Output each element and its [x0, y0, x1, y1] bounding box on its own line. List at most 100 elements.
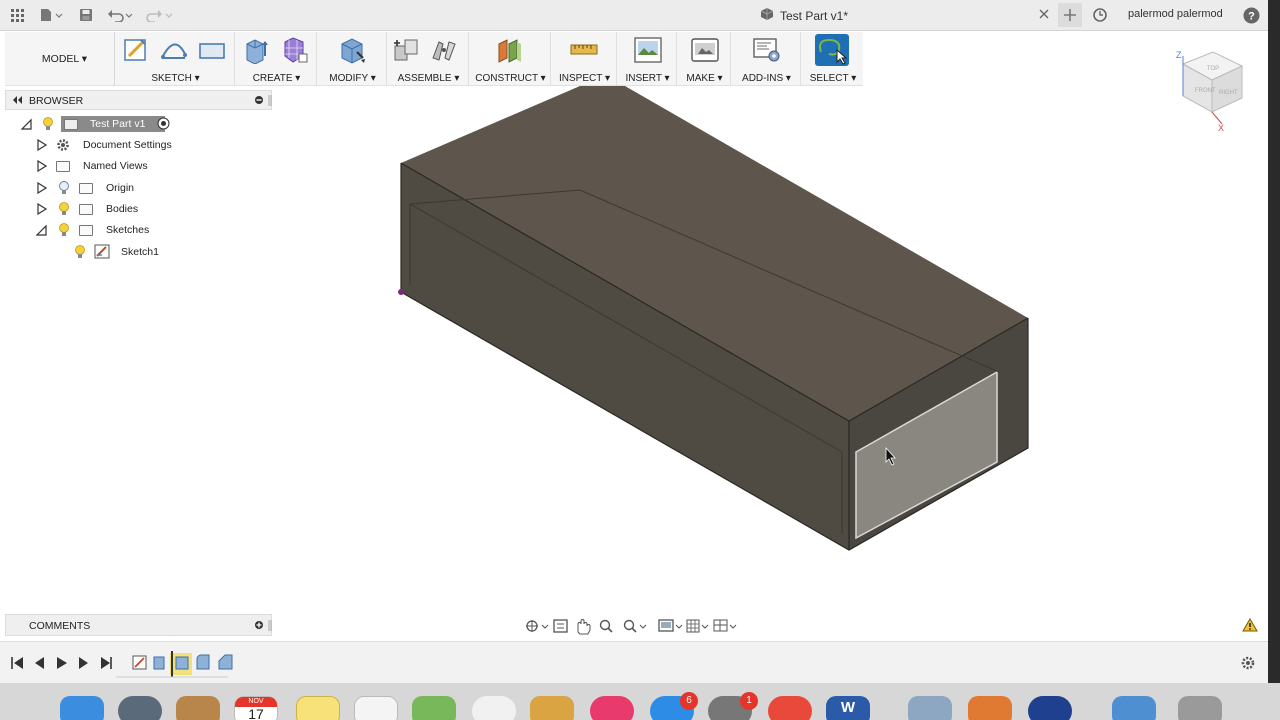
visibility-bulb-icon[interactable] [58, 202, 70, 216]
visibility-bulb-icon[interactable] [74, 245, 86, 259]
help-icon[interactable]: ? [1242, 6, 1260, 24]
timeline-extrude-feature-icon[interactable] [153, 656, 165, 670]
collapsed-triangle-icon[interactable] [36, 181, 48, 195]
timeline-chamfer-feature-icon[interactable] [218, 654, 233, 670]
extrude-icon[interactable] [241, 36, 271, 65]
expanded-triangle-icon[interactable] [35, 224, 48, 236]
construct-menu[interactable]: CONSTRUCT ▾ [471, 73, 550, 84]
calendar-app-icon[interactable]: NOV 17 [234, 696, 278, 720]
arc-line-icon[interactable] [159, 36, 189, 64]
go-to-start-icon[interactable] [11, 657, 23, 669]
viewports-icon[interactable] [713, 619, 737, 632]
tree-item-named-views[interactable]: Named Views [5, 156, 272, 176]
go-to-end-icon[interactable] [101, 657, 112, 669]
insert-canvas-icon[interactable] [633, 36, 663, 64]
make-menu[interactable]: MAKE ▾ [679, 73, 730, 84]
tree-item-sketch1[interactable]: Sketch1 [5, 242, 272, 262]
tree-item-sketches[interactable]: Sketches [5, 220, 272, 240]
select-menu[interactable]: SELECT ▾ [803, 73, 863, 84]
workspace-switcher[interactable]: MODEL ▾ [15, 32, 115, 86]
visibility-bulb-icon[interactable] [58, 223, 70, 237]
scripts-addins-icon[interactable] [752, 36, 782, 64]
measure-icon[interactable] [569, 36, 599, 64]
expanded-triangle-icon[interactable] [20, 118, 33, 130]
timeline-settings-gear-icon[interactable] [1241, 656, 1255, 670]
visibility-bulb-icon[interactable] [42, 117, 54, 131]
close-tab-icon[interactable] [1038, 7, 1050, 23]
reminders-app-icon[interactable] [354, 696, 398, 720]
zoom-icon[interactable] [599, 619, 613, 633]
collapsed-triangle-icon[interactable] [36, 159, 48, 173]
launchpad-app-icon[interactable] [118, 696, 162, 720]
chrome-app-icon[interactable] [768, 696, 812, 720]
contacts-app-icon[interactable] [176, 696, 220, 720]
grid-settings-icon[interactable] [686, 619, 709, 633]
tree-item-bodies[interactable]: Bodies [5, 199, 272, 219]
tree-item-document-settings[interactable]: Document Settings [5, 135, 272, 155]
select-lasso-icon[interactable] [815, 34, 849, 66]
file-icon[interactable] [38, 6, 64, 24]
tree-root-item[interactable]: Test Part v1 [5, 114, 272, 134]
job-status-clock-icon[interactable] [1092, 6, 1108, 24]
music-app-icon[interactable] [590, 696, 634, 720]
grid-icon[interactable] [10, 6, 24, 24]
look-at-icon[interactable] [553, 619, 568, 633]
3d-print-icon[interactable] [690, 36, 720, 64]
user-name[interactable]: palermod palermod [1128, 8, 1223, 20]
new-tab-plus-icon[interactable] [1058, 3, 1082, 27]
new-component-icon[interactable] [391, 36, 421, 64]
add-comment-icon[interactable] [254, 620, 264, 633]
offset-plane-icon[interactable] [495, 36, 525, 64]
fit-window-icon[interactable] [623, 619, 647, 633]
warning-icon[interactable] [1242, 618, 1258, 635]
save-icon[interactable] [78, 6, 94, 24]
maps-app-icon[interactable] [412, 696, 456, 720]
pages-app-icon[interactable] [530, 696, 574, 720]
tree-item-origin[interactable]: Origin [5, 178, 272, 198]
create-menu[interactable]: CREATE ▾ [237, 73, 316, 84]
timeline-fillet-feature-icon[interactable] [196, 654, 210, 670]
canvas-viewport[interactable] [273, 86, 1273, 616]
step-back-icon[interactable] [35, 657, 44, 669]
play-icon[interactable] [57, 657, 67, 669]
rectangle-sketch-icon[interactable] [197, 36, 227, 64]
trash-icon[interactable] [1178, 696, 1222, 720]
timeline-shell-feature-icon[interactable] [175, 656, 189, 670]
modify-menu[interactable]: MODIFY ▾ [319, 73, 386, 84]
document-tab[interactable]: Test Part v1* [554, 0, 1054, 31]
photos-app-icon[interactable] [472, 696, 516, 720]
browser-options-icon[interactable] [254, 95, 264, 108]
activate-radio-icon[interactable] [157, 117, 170, 133]
create-sketch-icon[interactable] [121, 36, 151, 64]
preview-app-icon[interactable] [908, 696, 952, 720]
downloads-folder-icon[interactable] [1112, 696, 1156, 720]
joint-icon[interactable] [429, 36, 459, 64]
fusion360-app-icon[interactable] [968, 696, 1012, 720]
notes-app-icon[interactable] [296, 696, 340, 720]
viewcube[interactable]: TOP FRONT RIGHT Z X [1168, 46, 1252, 136]
undo-icon[interactable] [106, 6, 134, 24]
quicktime-app-icon[interactable] [1028, 696, 1072, 720]
orbit-icon[interactable] [526, 620, 549, 632]
finder-app-icon[interactable] [60, 696, 104, 720]
sketch-menu[interactable]: SKETCH ▾ [117, 73, 234, 84]
comments-panel[interactable]: COMMENTS [5, 614, 272, 636]
hidden-bulb-icon[interactable] [58, 181, 70, 195]
display-settings-icon[interactable] [658, 619, 683, 632]
timeline-sketch-feature-icon[interactable] [132, 655, 147, 670]
insert-menu[interactable]: INSERT ▾ [619, 73, 676, 84]
collapse-panel-icon[interactable] [11, 94, 23, 109]
step-forward-icon[interactable] [79, 657, 88, 669]
collapsed-triangle-icon[interactable] [36, 138, 48, 152]
pan-hand-icon[interactable] [577, 619, 591, 635]
form-icon[interactable] [279, 36, 309, 64]
addins-menu[interactable]: ADD-INS ▾ [733, 73, 800, 84]
word-app-icon[interactable]: W [826, 696, 870, 720]
redo-icon[interactable] [142, 6, 174, 24]
panel-grip-icon[interactable] [268, 619, 272, 635]
collapsed-triangle-icon[interactable] [36, 202, 48, 216]
origin-point[interactable] [398, 289, 404, 295]
press-pull-icon[interactable] [337, 36, 367, 64]
panel-grip-icon[interactable] [268, 94, 272, 110]
inspect-menu[interactable]: INSPECT ▾ [553, 73, 616, 84]
